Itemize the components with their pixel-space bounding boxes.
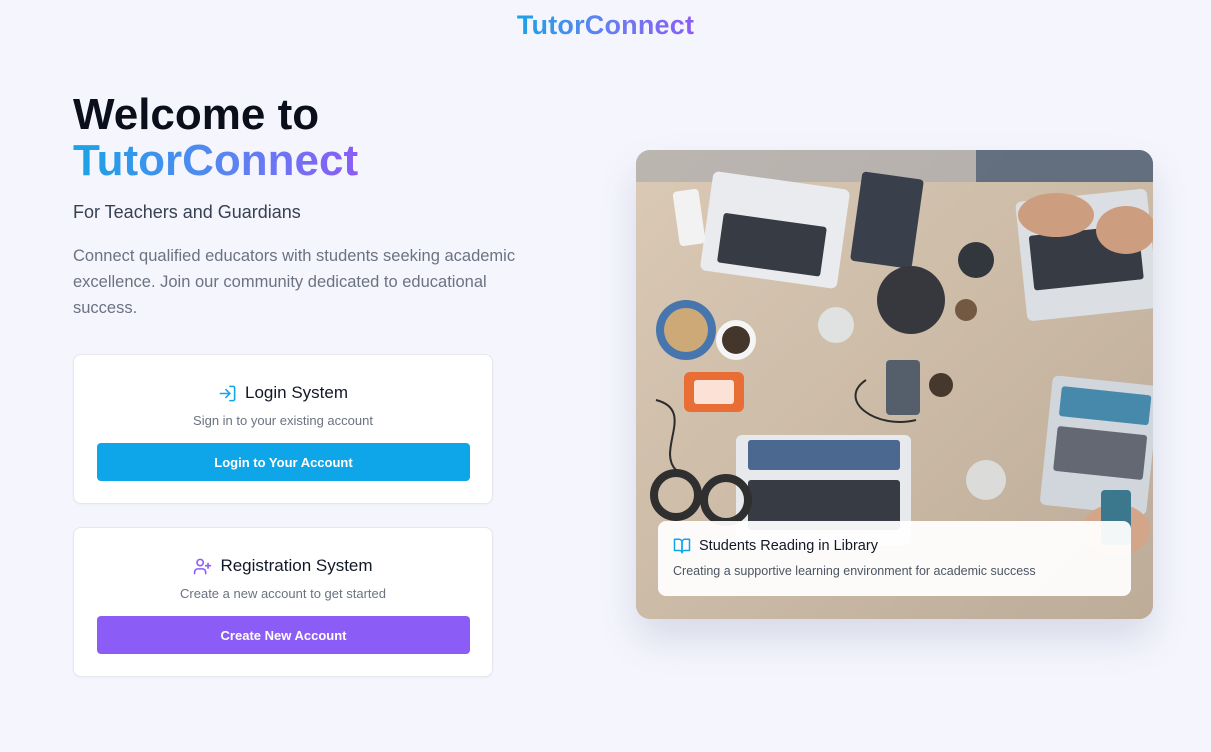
registration-card-heading: Registration System	[74, 555, 492, 577]
log-in-icon	[219, 385, 236, 401]
brand-logo-text[interactable]: TutorConnect	[517, 10, 694, 41]
book-open-icon	[673, 538, 691, 554]
registration-card: Registration System Create a new account…	[73, 527, 493, 677]
login-card: Login System Sign in to your existing ac…	[73, 354, 493, 504]
hero-title: Welcome to TutorConnect	[73, 92, 543, 184]
image-caption-subtitle: Creating a supportive learning environme…	[673, 564, 1036, 578]
hero-description: Connect qualified educators with student…	[73, 247, 516, 317]
create-account-button[interactable]: Create New Account	[97, 616, 470, 654]
hero-title-line2: TutorConnect	[73, 136, 359, 185]
user-plus-icon	[194, 558, 212, 574]
hero-subtitle: For Teachers and Guardians	[73, 202, 301, 222]
login-card-title: Login System	[245, 383, 348, 402]
registration-card-subtitle: Create a new account to get started	[180, 586, 386, 601]
image-caption-title: Students Reading in Library	[699, 538, 878, 554]
top-header: TutorConnect	[0, 0, 1211, 50]
hero-title-line1: Welcome to	[73, 90, 320, 139]
login-card-subtitle: Sign in to your existing account	[193, 413, 373, 428]
hero-photo: Students Reading in Library Creating a s…	[636, 150, 1153, 619]
image-caption-card: Students Reading in Library Creating a s…	[658, 521, 1131, 596]
image-caption-heading: Students Reading in Library	[673, 537, 1116, 555]
registration-card-title: Registration System	[220, 556, 373, 575]
login-button[interactable]: Login to Your Account	[97, 443, 470, 481]
hero-section: Welcome to TutorConnect For Teachers and…	[73, 92, 543, 321]
login-card-heading: Login System	[74, 382, 492, 404]
